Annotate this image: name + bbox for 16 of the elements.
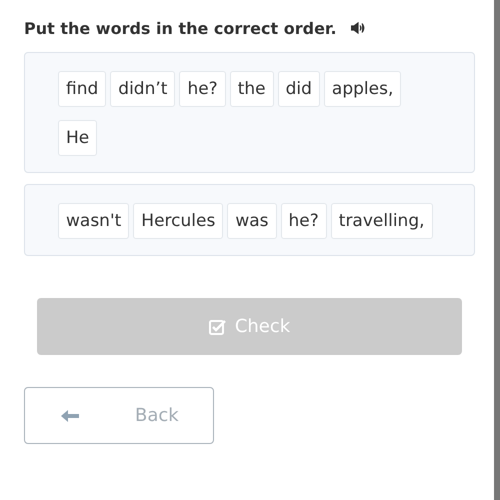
speaker-icon[interactable] — [350, 22, 365, 34]
word-tile[interactable]: he? — [280, 203, 327, 239]
word-tile[interactable]: he? — [179, 71, 226, 107]
word-tile[interactable]: wasn't — [58, 203, 130, 239]
word-tile[interactable]: travelling, — [330, 203, 433, 239]
word-tile[interactable]: apples, — [324, 71, 402, 107]
word-tile[interactable]: didn’t — [110, 71, 176, 107]
arrow-left-icon — [61, 408, 81, 422]
word-tile[interactable]: the — [230, 71, 274, 107]
word-tile[interactable]: was — [227, 203, 277, 239]
word-tile[interactable]: Hercules — [133, 203, 224, 239]
word-tile[interactable]: did — [278, 71, 320, 107]
checkbox-icon — [208, 318, 227, 334]
word-tile[interactable]: find — [58, 71, 106, 107]
word-tile[interactable]: He — [58, 120, 98, 156]
instruction-text: Put the words in the correct order. — [24, 18, 337, 38]
